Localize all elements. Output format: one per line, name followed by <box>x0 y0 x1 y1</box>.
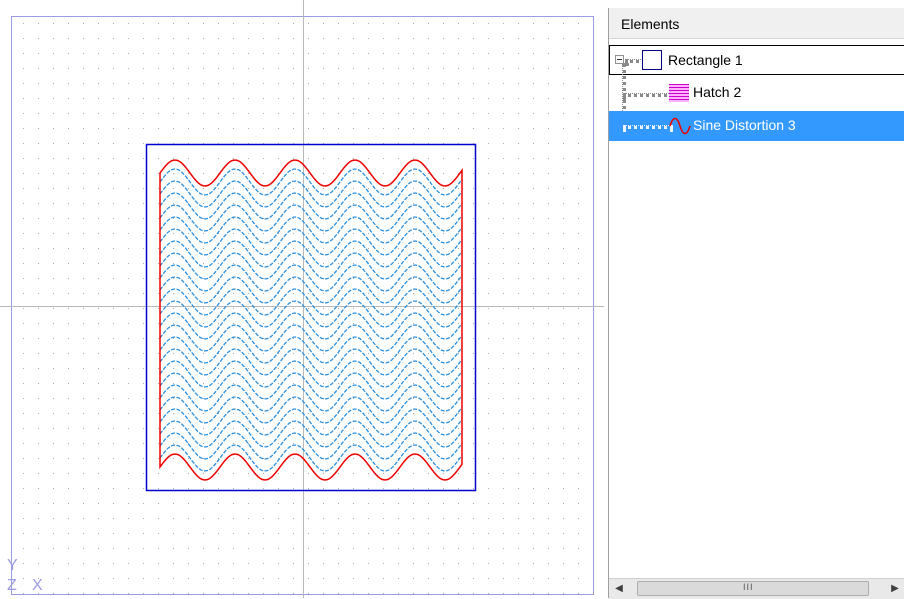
tree-item-rectangle-1[interactable]: Rectangle 1 <box>609 45 904 75</box>
tree-item-label: Rectangle 1 <box>668 52 743 68</box>
drawing-canvas[interactable]: Y Z X <box>0 0 604 598</box>
horizontal-scrollbar[interactable]: ◀ III ▶ <box>609 578 904 599</box>
tree-item-sine-distortion-3[interactable]: Sine Distortion 3 <box>609 111 904 141</box>
scrollbar-grip: III <box>743 582 754 592</box>
scroll-right-icon[interactable]: ▶ <box>885 579 904 599</box>
sine-wave-icon <box>669 117 691 135</box>
rectangle-icon <box>642 50 662 70</box>
hatch-icon <box>669 84 689 102</box>
axis-label-y: Y <box>7 557 18 574</box>
canvas-svg[interactable]: Y Z X <box>0 0 604 598</box>
panel-header: Elements <box>609 8 904 39</box>
tree-item-label: Sine Distortion 3 <box>693 117 796 133</box>
tree-item-label: Hatch 2 <box>693 84 742 100</box>
tree-connector-line <box>623 93 673 97</box>
scrollbar-thumb[interactable]: III <box>637 581 869 596</box>
panel-title: Elements <box>621 16 680 32</box>
tree-item-hatch-2[interactable]: Hatch 2 <box>609 78 904 108</box>
scroll-left-icon[interactable]: ◀ <box>609 579 629 599</box>
axis-label-x: X <box>32 577 43 594</box>
tree-connector-line <box>623 125 673 129</box>
elements-panel: Elements Rectangle 1 Hatch 2 Sine Distor… <box>608 8 904 599</box>
axis-label-z: Z <box>7 577 17 594</box>
